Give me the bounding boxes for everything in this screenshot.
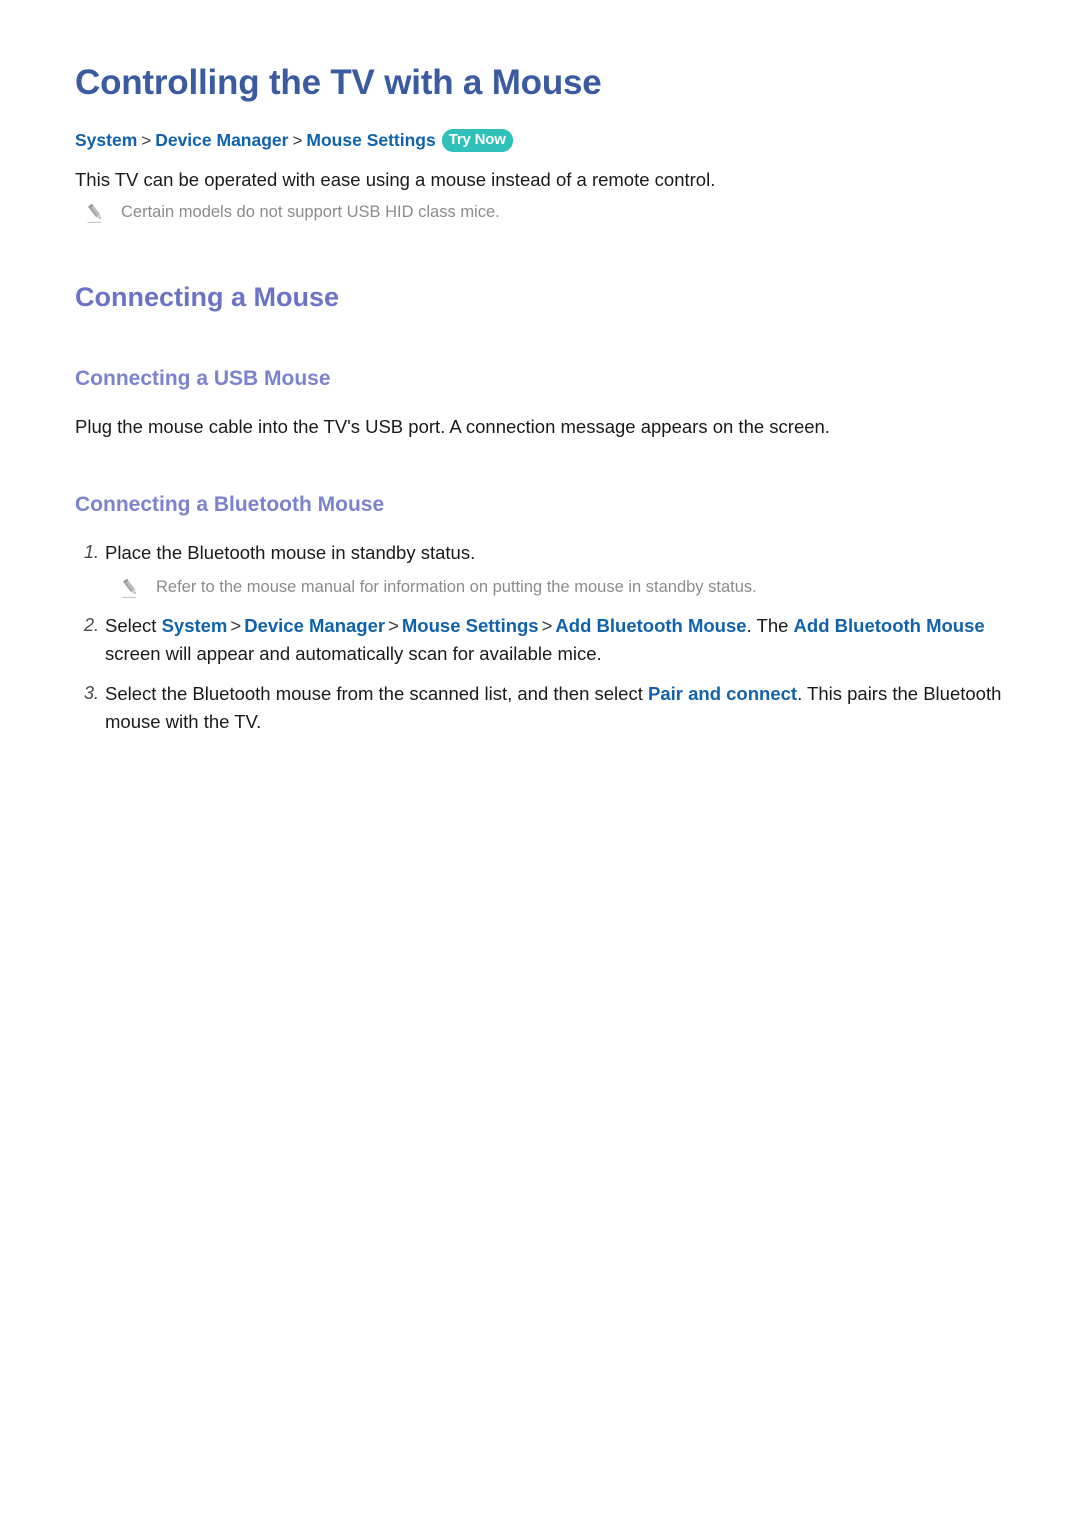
breadcrumb-separator: > <box>292 131 303 151</box>
step-link-add-bluetooth-mouse[interactable]: Add Bluetooth Mouse <box>555 615 746 636</box>
step-link-pair-and-connect[interactable]: Pair and connect <box>648 683 797 704</box>
step-segment: screen will appear and automatically sca… <box>105 643 602 664</box>
step-link-add-bluetooth-mouse-screen[interactable]: Add Bluetooth Mouse <box>794 615 985 636</box>
step-separator: > <box>230 614 242 636</box>
pencil-icon <box>85 203 105 225</box>
list-item: 3. Select the Bluetooth mouse from the s… <box>75 680 1005 736</box>
step-segment: Select the Bluetooth mouse from the scan… <box>105 683 648 705</box>
step-segment: Select <box>105 614 162 636</box>
step-text: Select System > Device Manager > Mouse Setti… <box>105 612 1005 668</box>
pencil-icon <box>120 578 140 600</box>
breadcrumb-item-system[interactable]: System <box>75 130 137 150</box>
subsection-heading-connecting-a-bluetooth-mouse: Connecting a Bluetooth Mouse <box>75 492 385 516</box>
step-text: Select the Bluetooth mouse from the scan… <box>105 680 1005 736</box>
page-title: Controlling the TV with a Mouse <box>75 63 602 102</box>
step-text: Place the Bluetooth mouse in standby sta… <box>105 539 1005 567</box>
list-item: 1. Place the Bluetooth mouse in standby … <box>75 539 1005 567</box>
breadcrumb-item-device-manager[interactable]: Device Manager <box>155 130 288 150</box>
document-page: Controlling the TV with a Mouse System > D… <box>0 0 1080 1527</box>
step-segment: . The <box>746 614 794 636</box>
intro-note: Certain models do not support USB HID cl… <box>75 200 1005 225</box>
step-number: 2. <box>84 614 100 635</box>
section-heading-connecting-a-mouse: Connecting a Mouse <box>75 281 340 312</box>
breadcrumb-separator: > <box>141 131 152 151</box>
step-number: 3. <box>84 683 100 704</box>
usb-mouse-paragraph: Plug the mouse cable into the TV's USB p… <box>75 416 830 438</box>
step-1-note: Refer to the mouse manual for informatio… <box>75 575 1005 600</box>
step-number: 1. <box>84 541 100 562</box>
bluetooth-steps-list: 1. Place the Bluetooth mouse in standby … <box>75 539 1005 737</box>
step-1-note-text: Refer to the mouse manual for informatio… <box>156 577 757 596</box>
step-separator: > <box>388 614 399 636</box>
breadcrumb-item-mouse-settings[interactable]: Mouse Settings <box>306 130 435 150</box>
step-link-device-manager[interactable]: Device Manager <box>244 615 385 636</box>
step-link-system[interactable]: System <box>162 615 228 636</box>
list-item: 2. Select System > Device Manager > Mouse Se… <box>75 612 1005 668</box>
intro-paragraph: This TV can be operated with ease using … <box>75 168 716 190</box>
subsection-heading-connecting-a-usb-mouse: Connecting a USB Mouse <box>75 367 331 391</box>
step-link-mouse-settings[interactable]: Mouse Settings <box>402 615 539 636</box>
try-now-badge[interactable]: Try Now <box>441 129 513 152</box>
step-segment: Place the Bluetooth mouse in standby sta… <box>105 541 476 563</box>
breadcrumb: System > Device Manager > Mouse Settings Try … <box>75 129 1005 154</box>
step-separator: > <box>541 614 553 636</box>
intro-note-text: Certain models do not support USB HID cl… <box>121 202 500 221</box>
